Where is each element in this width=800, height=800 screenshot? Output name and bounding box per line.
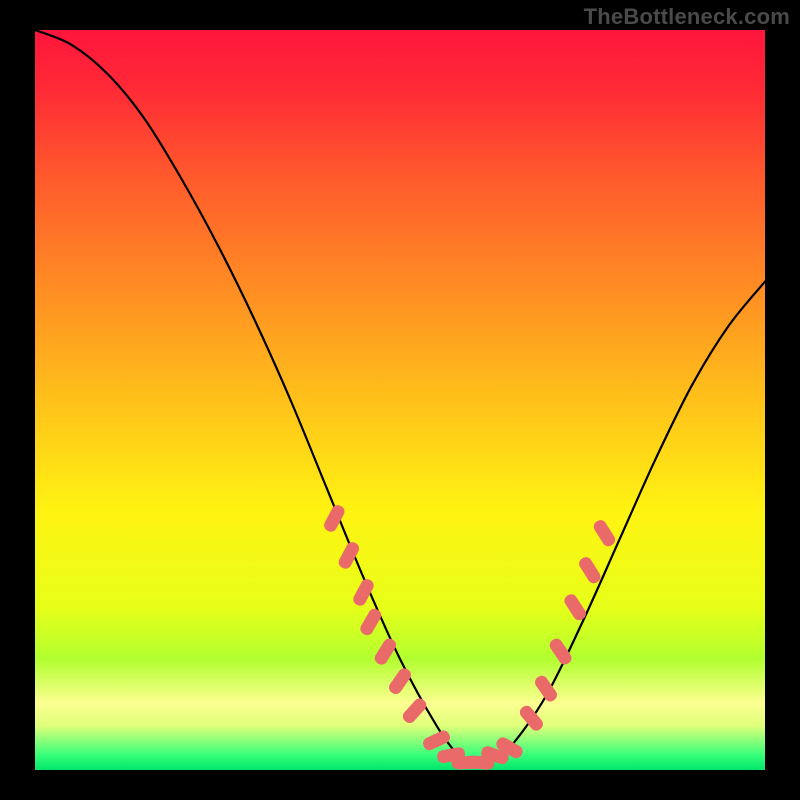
chart-stage: TheBottleneck.com bbox=[0, 0, 800, 800]
bottleneck-chart bbox=[0, 0, 800, 800]
